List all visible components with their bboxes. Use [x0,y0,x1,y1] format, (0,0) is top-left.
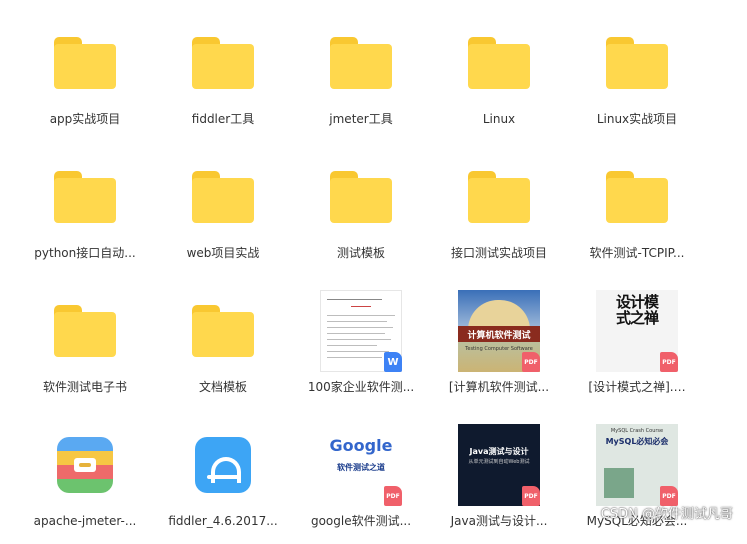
folder-thumb [592,22,682,104]
folder-item[interactable]: Linux实战项目 [572,22,702,142]
item-label: Linux实战项目 [596,112,678,126]
folder-thumb [316,22,406,104]
item-label: jmeter工具 [329,112,393,126]
item-label: python接口自动... [34,246,136,260]
item-label: 测试模板 [336,246,385,260]
folder-icon [54,305,116,357]
book-cover-subtitle: MySQL Crash Course [610,428,664,434]
item-label: app实战项目 [49,112,121,126]
pdf-thumb: Java测试与设计 从单元测试到自动Web测试 PDF [458,424,540,506]
folder-icon [54,171,116,223]
pdf-item[interactable]: 设计模式之禅 PDF [设计模式之禅].… [572,290,702,410]
folder-item[interactable]: 测试模板 [296,156,426,276]
item-label: 文档模板 [198,380,247,394]
item-label: 软件测试-TCPIP... [589,246,685,260]
folder-item[interactable]: 接口测试实战项目 [434,156,564,276]
folder-thumb [454,156,544,238]
pdf-item[interactable]: 计算机软件测试 Testing Computer Software PDF [计… [434,290,564,410]
pdf-thumb: Google 软件测试之道 PDF [320,424,402,506]
folder-icon [192,305,254,357]
item-label: [计算机软件测试... [448,380,550,394]
folder-item[interactable]: 软件测试电子书 [20,290,150,410]
item-label: 接口测试实战项目 [450,246,547,260]
folder-icon [468,171,530,223]
folder-thumb [316,156,406,238]
file-grid: app实战项目 fiddler工具 jmeter工具 Linux Linux实战… [0,0,747,533]
archive-thumb [40,424,130,506]
folder-thumb [592,156,682,238]
folder-icon [468,37,530,89]
item-label: google软件测试... [310,514,412,528]
folder-thumb [40,290,130,372]
folder-thumb [178,290,268,372]
pdf-item[interactable]: Google 软件测试之道 PDF google软件测试... [296,424,426,544]
book-cover-title: 计算机软件测试 [467,331,531,341]
item-label: Java测试与设计... [450,514,548,528]
book-cover-title: Google [329,436,393,455]
folder-item[interactable]: fiddler工具 [158,22,288,142]
installer-item[interactable]: fiddler_4.6.2017... [158,424,288,544]
folder-thumb [178,22,268,104]
folder-icon [192,171,254,223]
folder-item[interactable]: 软件测试-TCPIP... [572,156,702,276]
folder-item[interactable]: 文档模板 [158,290,288,410]
watermark: CSDN @软件测试凡哥 [600,507,733,522]
book-cover-subtitle: 软件测试之道 [337,463,385,472]
item-label: apache-jmeter-... [33,514,137,528]
folder-thumb [40,156,130,238]
pdf-thumb: 设计模式之禅 PDF [596,290,678,372]
archive-item[interactable]: apache-jmeter-... [20,424,150,544]
folder-item[interactable]: jmeter工具 [296,22,426,142]
pdf-file-icon: PDF [660,352,678,372]
pdf-file-icon: PDF [522,352,540,372]
book-cover-title: 设计模式之禅 [616,293,659,327]
folder-icon [54,37,116,89]
word-doc-icon: W [384,352,402,372]
folder-icon [192,37,254,89]
book-cover-subtitle: 从单元测试到自动Web测试 [468,459,530,465]
pdf-file-icon: PDF [522,486,540,506]
folder-icon [330,171,392,223]
item-label: web项目实战 [186,246,260,260]
folder-thumb [178,156,268,238]
folder-thumb [40,22,130,104]
installer-thumb [178,424,268,506]
archive-icon [57,437,113,493]
item-label: 软件测试电子书 [42,380,127,394]
pdf-item[interactable]: MySQL Crash Course MySQL必知必会 PDF MySQL必知… [572,424,702,544]
item-label: 100家企业软件测... [307,380,415,394]
pdf-thumb: MySQL Crash Course MySQL必知必会 PDF [596,424,678,506]
item-label: Linux [482,112,516,126]
folder-thumb [454,22,544,104]
item-label: fiddler工具 [191,112,255,126]
pdf-item[interactable]: Java测试与设计 从单元测试到自动Web测试 PDF Java测试与设计... [434,424,564,544]
document-thumb: W [320,290,402,372]
folder-icon [606,37,668,89]
book-cover-title: MySQL必知必会 [605,437,669,446]
folder-item[interactable]: app实战项目 [20,22,150,142]
pdf-thumb: 计算机软件测试 Testing Computer Software PDF [458,290,540,372]
book-cover-title: Java测试与设计 [469,447,529,456]
pdf-file-icon: PDF [384,486,402,506]
item-label: [设计模式之禅].… [588,380,686,394]
installer-icon [195,437,251,493]
folder-icon [606,171,668,223]
folder-item[interactable]: Linux [434,22,564,142]
folder-item[interactable]: python接口自动... [20,156,150,276]
document-item[interactable]: W 100家企业软件测... [296,290,426,410]
folder-icon [330,37,392,89]
folder-item[interactable]: web项目实战 [158,156,288,276]
item-label: fiddler_4.6.2017... [168,514,278,528]
